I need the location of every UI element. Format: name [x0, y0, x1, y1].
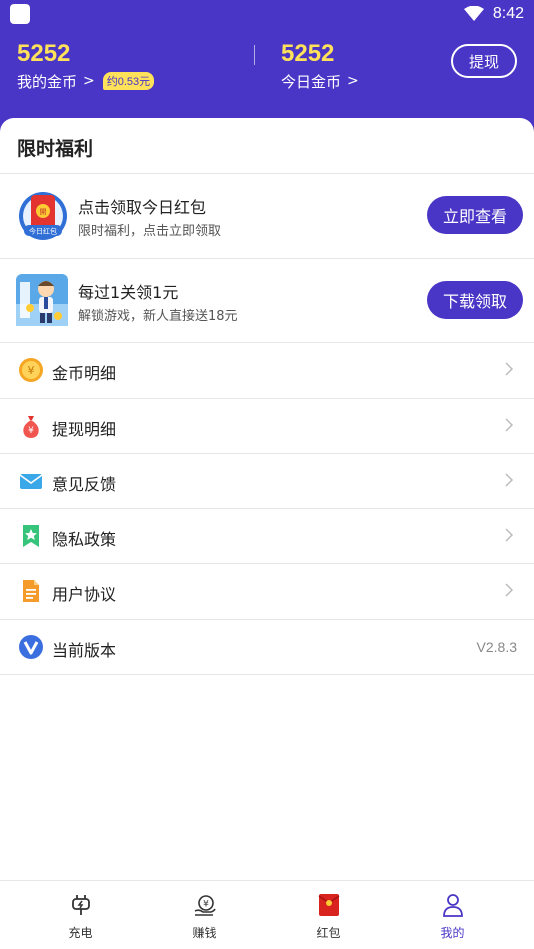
promo-title: 点击领取今日红包 [78, 198, 207, 217]
bookmark-star-icon [23, 525, 39, 547]
red-envelope-icon: 開 今日红包 [19, 192, 67, 240]
chevron-right-icon: > [347, 73, 359, 89]
user-icon [442, 894, 463, 917]
menu-item-coin-details[interactable]: ¥ 金币明细 [0, 343, 534, 398]
section-title: 限时福利 [17, 138, 94, 160]
nav-tab-mine[interactable]: 我的 [386, 881, 519, 949]
mail-icon [19, 474, 43, 489]
version-value: V2.8.3 [476, 639, 517, 655]
main-card: 限时福利 開 今日红包 点击领取今日红包 限时福利，点击立即领取 立即查看 每过… [0, 118, 534, 898]
today-coins-label: 今日金币 [281, 72, 342, 91]
my-coins-value: 5252 [17, 40, 71, 67]
nav-label: 赚钱 [192, 926, 217, 940]
promo-game[interactable]: 每过1关领1元 解锁游戏，新人直接送18元 下载领取 [0, 259, 534, 343]
menu-label: 用户协议 [52, 585, 117, 604]
document-icon [23, 580, 39, 602]
view-now-button[interactable]: 立即查看 [427, 196, 523, 234]
money-bag-icon: ¥ [23, 416, 39, 438]
chevron-right-icon [505, 528, 514, 542]
svg-text:¥: ¥ [28, 364, 35, 377]
svg-text:¥: ¥ [28, 426, 34, 436]
menu-item-privacy-policy[interactable]: 隐私政策 [0, 509, 534, 564]
wifi-icon [464, 6, 484, 21]
menu-item-withdraw-details[interactable]: ¥ 提现明细 [0, 399, 534, 454]
red-envelope-icon-text: 今日红包 [29, 227, 57, 236]
chevron-right-icon [505, 418, 514, 432]
red-packet-icon [318, 894, 339, 916]
nav-tab-charge[interactable]: 充电 [14, 881, 147, 949]
menu-label: 提现明细 [52, 420, 117, 439]
my-coins-block[interactable]: 5252 我的金币 > 约0.53元 [17, 40, 155, 91]
menu-item-feedback[interactable]: 意见反馈 [0, 454, 534, 509]
withdraw-button[interactable]: 提现 [451, 44, 517, 78]
status-bar: 8:42 [0, 0, 534, 30]
app-notification-icon [10, 4, 30, 24]
version-v-icon [19, 635, 43, 659]
bottom-navigation: 充电 ¥ 赚钱 红包 我的 [0, 880, 534, 949]
chevron-right-icon [505, 362, 514, 376]
promo-subtitle: 限时福利，点击立即领取 [78, 224, 222, 239]
download-claim-button[interactable]: 下载领取 [427, 281, 523, 319]
divider [0, 674, 534, 675]
menu-label: 意见反馈 [52, 475, 117, 494]
promo-subtitle: 解锁游戏，新人直接送18元 [78, 309, 238, 324]
charge-icon [71, 895, 90, 915]
chevron-right-icon [505, 473, 514, 487]
menu-label: 当前版本 [52, 641, 117, 660]
coin-value-badge: 约0.53元 [102, 72, 155, 90]
nav-label: 红包 [316, 926, 341, 940]
menu-item-user-agreement[interactable]: 用户协议 [0, 564, 534, 619]
promo-red-envelope[interactable]: 開 今日红包 点击领取今日红包 限时福利，点击立即领取 立即查看 [0, 174, 534, 258]
nav-tab-red-packet[interactable]: 红包 [262, 881, 395, 949]
nav-tab-earn[interactable]: ¥ 赚钱 [138, 881, 271, 949]
menu-label: 隐私政策 [52, 530, 117, 549]
status-time: 8:42 [492, 5, 524, 22]
menu-label: 金币明细 [52, 364, 117, 383]
promo-title: 每过1关领1元 [78, 283, 179, 302]
my-coins-label: 我的金币 [17, 72, 78, 91]
earn-money-icon: ¥ [194, 895, 216, 916]
game-character-icon [16, 274, 68, 326]
svg-text:開: 開 [40, 208, 47, 216]
today-coins-block[interactable]: 5252 今日金币 > [281, 40, 359, 91]
coin-icon: ¥ [19, 358, 43, 382]
chevron-right-icon: > [83, 73, 95, 89]
today-coins-value: 5252 [281, 40, 335, 67]
menu-item-current-version: 当前版本 V2.8.3 [0, 620, 534, 675]
header-divider [254, 45, 255, 65]
chevron-right-icon [505, 583, 514, 597]
nav-label: 充电 [68, 926, 93, 940]
svg-text:¥: ¥ [203, 900, 209, 910]
nav-label: 我的 [440, 926, 465, 940]
